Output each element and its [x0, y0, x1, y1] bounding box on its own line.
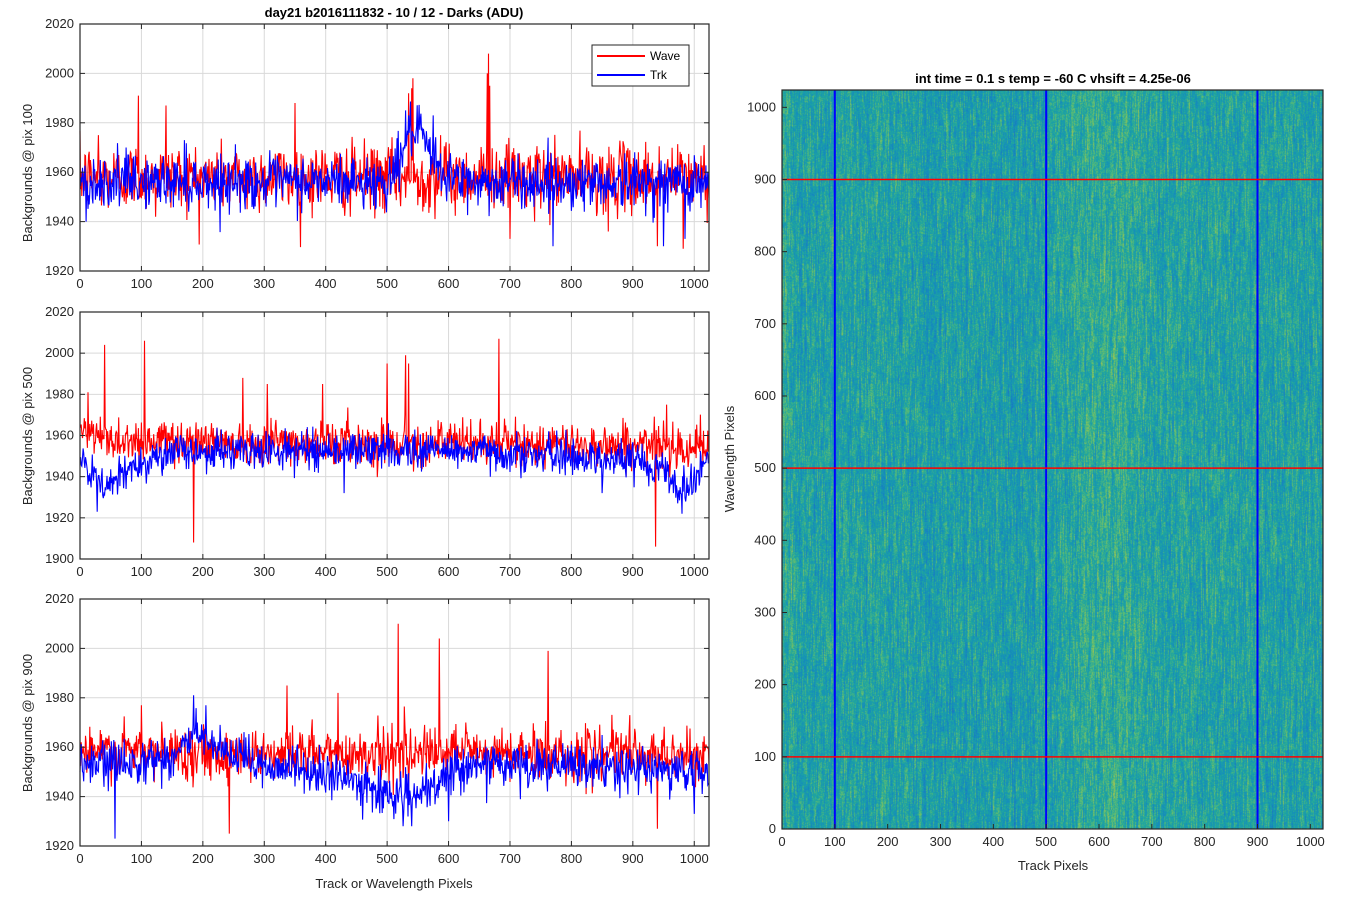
y-tick-label: 1980 — [45, 690, 74, 705]
x-tick-label: 0 — [76, 851, 83, 866]
x-tick-label: 0 — [76, 276, 83, 291]
x-tick-label: 800 — [1194, 834, 1216, 849]
y-tick-label: 1000 — [747, 99, 776, 114]
y-tick-label: 1940 — [45, 214, 74, 229]
y-tick-label: 1960 — [45, 164, 74, 179]
x-tick-label: 600 — [438, 276, 460, 291]
x-tick-label: 800 — [561, 276, 583, 291]
x-tick-label: 300 — [253, 276, 275, 291]
x-tick-label: 600 — [438, 564, 460, 579]
grid — [79, 311, 709, 560]
x-tick-label: 300 — [253, 564, 275, 579]
x-tick-label: 500 — [376, 564, 398, 579]
y-tick-label: 200 — [754, 677, 776, 692]
y-tick-label: 1920 — [45, 838, 74, 853]
ylabel-pix-500: Backgrounds @ pix 500 — [20, 367, 35, 505]
x-tick-label: 800 — [561, 851, 583, 866]
x-tick-label: 200 — [192, 276, 214, 291]
y-tick-label: 800 — [754, 244, 776, 259]
x-tick-label: 1000 — [680, 851, 709, 866]
line-plot-pix-900: Backgrounds @ pix 900 Track or Wavelengt… — [20, 591, 710, 891]
y-tick-label: 900 — [754, 171, 776, 186]
legend-label-trk: Trk — [650, 68, 668, 82]
x-tick-label: 700 — [499, 851, 521, 866]
x-tick-label: 500 — [376, 276, 398, 291]
ylabel-pix-900: Backgrounds @ pix 900 — [20, 654, 35, 792]
x-tick-label: 800 — [561, 564, 583, 579]
x-tick-label: 500 — [376, 851, 398, 866]
x-tick-label: 100 — [131, 564, 153, 579]
x-tick-label: 900 — [622, 851, 644, 866]
x-tick-label: 500 — [1035, 834, 1057, 849]
x-tick-label: 100 — [824, 834, 846, 849]
y-tick-label: 2000 — [45, 345, 74, 360]
y-tick-label: 1960 — [45, 739, 74, 754]
y-tick-label: 500 — [754, 460, 776, 475]
x-tick-label: 900 — [622, 276, 644, 291]
x-tick-label: 100 — [131, 276, 153, 291]
x-tick-label: 900 — [622, 564, 644, 579]
heatmap-xlabel: Track Pixels — [1018, 858, 1089, 873]
x-tick-label: 600 — [438, 851, 460, 866]
figure-title: day21 b2016111832 - 10 / 12 - Darks (ADU… — [265, 5, 524, 20]
heatmap-raster — [782, 90, 1323, 829]
legend-label-wave: Wave — [650, 49, 681, 63]
x-tick-label: 0 — [76, 564, 83, 579]
xlabel-bottom: Track or Wavelength Pixels — [315, 876, 473, 891]
y-tick-label: 1980 — [45, 115, 74, 130]
y-tick-label: 0 — [769, 821, 776, 836]
y-tick-label: 2020 — [45, 304, 74, 319]
x-tick-label: 1000 — [680, 564, 709, 579]
x-tick-label: 300 — [253, 851, 275, 866]
x-tick-label: 200 — [192, 851, 214, 866]
y-tick-label: 1940 — [45, 469, 74, 484]
y-tick-label: 1960 — [45, 428, 74, 443]
figure: day21 b2016111832 - 10 / 12 - Darks (ADU… — [0, 0, 1350, 900]
x-tick-label: 600 — [1088, 834, 1110, 849]
heatmap-canvas — [782, 90, 1323, 829]
y-tick-label: 100 — [754, 749, 776, 764]
y-tick-label: 1920 — [45, 510, 74, 525]
x-tick-label: 400 — [315, 276, 337, 291]
x-tick-label: 1000 — [680, 276, 709, 291]
x-tick-label: 200 — [877, 834, 899, 849]
heatmap-panel: int time = 0.1 s temp = -60 C vhsift = 4… — [722, 71, 1325, 873]
heatmap-ylabel: Wavelength Pixels — [722, 405, 737, 512]
x-tick-label: 0 — [778, 834, 785, 849]
x-tick-label: 700 — [499, 276, 521, 291]
ylabel-pix-100: Backgrounds @ pix 100 — [20, 104, 35, 242]
y-tick-label: 2020 — [45, 16, 74, 31]
y-tick-label: 600 — [754, 388, 776, 403]
y-tick-label: 700 — [754, 316, 776, 331]
x-tick-label: 1000 — [1296, 834, 1325, 849]
x-tick-label: 300 — [930, 834, 952, 849]
x-tick-label: 200 — [192, 564, 214, 579]
x-tick-label: 900 — [1247, 834, 1269, 849]
y-tick-label: 300 — [754, 604, 776, 619]
line-plot-pix-500: Backgrounds @ pix 500 0 100 200 300 400 500 60… — [20, 304, 710, 579]
x-tick-label: 700 — [1141, 834, 1163, 849]
y-tick-label: 1920 — [45, 263, 74, 278]
y-tick-label: 2000 — [45, 65, 74, 80]
y-tick-label: 2000 — [45, 640, 74, 655]
x-tick-label: 100 — [131, 851, 153, 866]
y-tick-label: 1940 — [45, 789, 74, 804]
x-tick-label: 400 — [315, 851, 337, 866]
x-tick-label: 400 — [315, 564, 337, 579]
y-tick-label: 1900 — [45, 551, 74, 566]
x-tick-label: 700 — [499, 564, 521, 579]
y-tick-label: 400 — [754, 532, 776, 547]
heatmap-image — [782, 90, 1323, 829]
y-tick-label: 1980 — [45, 386, 74, 401]
heatmap-title: int time = 0.1 s temp = -60 C vhsift = 4… — [915, 71, 1191, 86]
line-plot-pix-100: day21 b2016111832 - 10 / 12 - Darks (ADU… — [20, 5, 710, 291]
x-tick-label: 400 — [982, 834, 1004, 849]
legend: Wave Trk — [591, 44, 690, 87]
y-tick-label: 2020 — [45, 591, 74, 606]
